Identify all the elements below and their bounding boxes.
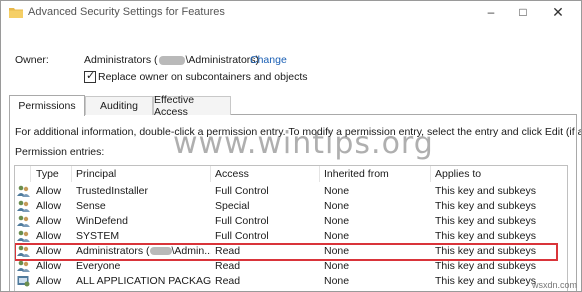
column-header-applies-to[interactable]: Applies to — [431, 166, 567, 182]
table-row[interactable]: Allow ALL APPLICATION PACKAGES Read None… — [15, 274, 567, 288]
cell-inherited-from: None — [324, 215, 350, 227]
watermark-text: www.wintips.org — [173, 126, 434, 161]
folder-icon — [9, 8, 23, 18]
redacted-domain — [158, 55, 185, 65]
cell-inherited-from: None — [324, 230, 350, 242]
cell-principal: Everyone — [76, 260, 121, 272]
permission-entries-label: Permission entries: — [15, 146, 105, 158]
change-owner-link[interactable]: Change — [250, 54, 287, 66]
column-header-icon — [17, 166, 31, 182]
user-group-icon — [17, 185, 30, 197]
table-row[interactable]: Allow WinDefend Full Control None This k… — [15, 214, 567, 228]
maximize-button[interactable]: □ — [511, 3, 535, 21]
cell-access: Full Control — [215, 230, 269, 242]
table-row[interactable]: Allow Everyone Read None This key and su… — [15, 259, 567, 273]
app-packages-icon — [17, 276, 30, 287]
cell-applies-to: This key and subkeys — [435, 185, 536, 197]
cell-principal: ALL APPLICATION PACKAGES — [76, 275, 211, 287]
cell-applies-to: This key and subkeys — [435, 215, 536, 227]
minimize-button[interactable]: – — [479, 3, 503, 21]
table-row[interactable]: Allow Sense Special None This key and su… — [15, 199, 567, 213]
cell-inherited-from: None — [324, 200, 350, 212]
table-row[interactable]: Allow SYSTEM Full Control None This key … — [15, 229, 567, 243]
cell-type: Allow — [36, 245, 62, 257]
title-bar: Advanced Security Settings for Features … — [1, 1, 581, 25]
cell-type: Allow — [36, 215, 62, 227]
column-header-principal[interactable]: Principal — [72, 166, 211, 182]
cell-principal: TrustedInstaller — [76, 185, 148, 197]
cell-inherited-from: None — [324, 275, 350, 287]
cell-access: Read — [215, 260, 241, 272]
permission-entries-list[interactable]: Type Principal Access Inherited from App… — [14, 165, 568, 291]
cell-principal: Sense — [76, 200, 106, 212]
cell-type: Allow — [36, 200, 62, 212]
redacted-domain — [149, 247, 172, 256]
cell-type: Allow — [36, 230, 62, 242]
replace-owner-label[interactable]: Replace owner on subcontainers and objec… — [98, 71, 308, 83]
column-header-access[interactable]: Access — [211, 166, 320, 182]
replace-owner-checkbox[interactable]: ✓ — [84, 70, 96, 83]
checkmark-icon: ✓ — [86, 70, 96, 82]
cell-inherited-from: None — [324, 245, 350, 257]
column-header-type[interactable]: Type — [32, 166, 72, 182]
cell-access: Special — [215, 200, 250, 212]
cell-principal: SYSTEM — [76, 230, 120, 242]
tab-effective-access[interactable]: Effective Access — [153, 94, 231, 118]
table-row-highlighted[interactable]: Allow Administrators (\Admin... Read Non… — [15, 243, 567, 261]
tab-auditing[interactable]: Auditing — [85, 96, 153, 115]
cell-type: Allow — [36, 185, 62, 197]
user-group-icon — [17, 260, 30, 272]
user-group-icon — [17, 200, 30, 212]
security-settings-window: Advanced Security Settings for Features … — [0, 0, 582, 292]
cell-inherited-from: None — [324, 185, 350, 197]
owner-value: Administrators (\Administrators) — [84, 54, 260, 66]
tab-permissions[interactable]: Permissions — [9, 95, 85, 116]
window-title: Advanced Security Settings for Features — [28, 6, 225, 18]
cell-applies-to: This key and subkeys — [435, 245, 536, 257]
cell-principal: Administrators (\Admin... — [76, 245, 211, 257]
close-button[interactable]: ✕ — [546, 3, 570, 21]
cell-inherited-from: None — [324, 260, 350, 272]
user-group-icon — [17, 215, 30, 227]
user-group-icon — [17, 230, 30, 242]
cell-applies-to: This key and subkeys — [435, 230, 536, 242]
user-group-icon — [17, 245, 30, 257]
column-header-inherited-from[interactable]: Inherited from — [320, 166, 431, 182]
cell-access: Read — [215, 245, 241, 257]
cell-type: Allow — [36, 275, 62, 287]
cell-access: Read — [215, 275, 241, 287]
cell-access: Full Control — [215, 215, 269, 227]
cell-type: Allow — [36, 260, 62, 272]
cell-principal: WinDefend — [76, 215, 128, 227]
cell-applies-to: This key and subkeys — [435, 200, 536, 212]
table-row[interactable]: Allow TrustedInstaller Full Control None… — [15, 184, 567, 198]
cell-access: Full Control — [215, 185, 269, 197]
owner-label: Owner: — [15, 54, 49, 66]
corner-watermark: wsxdn.com — [532, 280, 578, 290]
cell-applies-to: This key and subkeys — [435, 260, 536, 272]
